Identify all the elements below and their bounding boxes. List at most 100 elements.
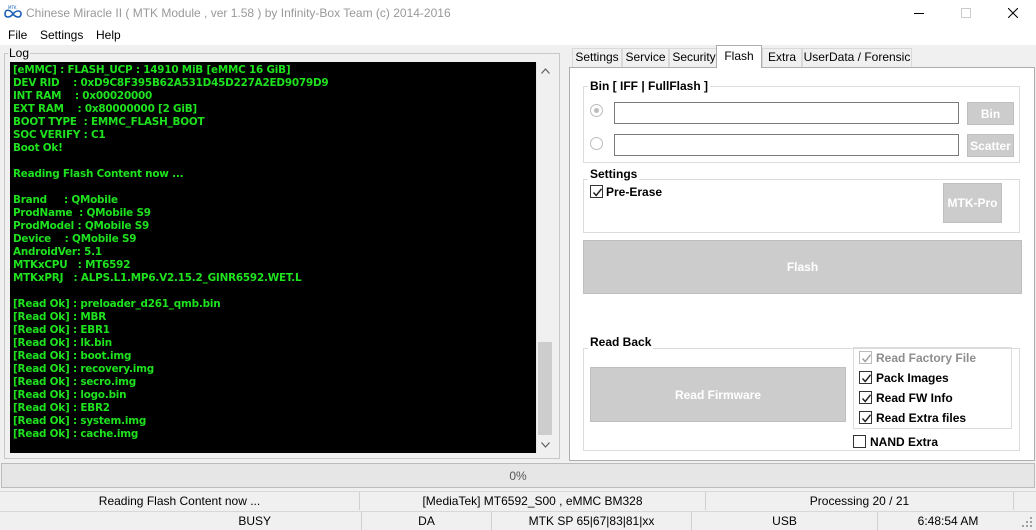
log-line: [Read Ok] : system.img — [13, 415, 147, 427]
close-button[interactable] — [990, 0, 1036, 26]
log-line: MTKxCPU : MT6592 — [13, 259, 131, 271]
scroll-down-button[interactable] — [537, 436, 554, 453]
pre-erase-checkbox[interactable] — [590, 185, 603, 198]
svg-text:MTK: MTK — [8, 5, 17, 10]
read-factory-file-label[interactable]: Read Factory File — [876, 351, 976, 365]
read-factory-file-checkbox[interactable] — [859, 351, 872, 364]
scatter-radio[interactable] — [590, 137, 603, 150]
log-line: [Read Ok] : lk.bin — [13, 337, 112, 349]
log-lines: [eMMC] : FLASH_UCP : 14910 MiB [eMMC 16 … — [13, 64, 329, 441]
scatter-button[interactable]: Scatter — [967, 134, 1014, 157]
log-line: ProdModel : QMobile S9 — [13, 220, 150, 232]
log-line: [Read Ok] : EBR1 — [13, 324, 110, 336]
status-processing: Processing 20 / 21 — [706, 492, 1014, 510]
pre-erase-label[interactable]: Pre-Erase — [606, 185, 662, 199]
read-extra-files-label[interactable]: Read Extra files — [876, 411, 966, 425]
status-bar-bottom: BUSY DA MTK SP 65|67|83|81|xx USB 6:48:5… — [0, 511, 1036, 530]
status-bar-top: Reading Flash Content now ... [MediaTek]… — [0, 491, 1036, 510]
log-line: [eMMC] : FLASH_UCP : 14910 MiB [eMMC 16 … — [13, 64, 291, 76]
read-fw-info-checkbox[interactable] — [859, 391, 872, 404]
read-back-legend: Read Back — [588, 335, 654, 349]
progress-bar: 0% — [1, 463, 1035, 488]
log-line: [Read Ok] : logo.bin — [13, 389, 127, 401]
log-scrollbar[interactable] — [536, 62, 553, 453]
maximize-icon — [961, 8, 971, 18]
tab-userdata-forensic[interactable]: UserData / Forensic — [802, 48, 912, 67]
settings-group-legend: Settings — [588, 167, 640, 181]
menu-settings[interactable]: Settings — [40, 28, 83, 42]
status-sp: MTK SP 65|67|83|81|xx — [492, 512, 692, 530]
log-line: [Read Ok] : preloader_d261_qmb.bin — [13, 298, 221, 310]
chevron-down-icon — [541, 441, 550, 448]
flash-tab-panel: Bin [ IFF | FullFlash ] Bin Scatter Sett… — [569, 67, 1035, 461]
mtk-pro-button[interactable]: MTK-Pro — [943, 183, 1002, 223]
tab-security[interactable]: Security — [669, 48, 719, 67]
bin-group-legend: Bin [ IFF | FullFlash ] — [588, 79, 711, 93]
tab-flash[interactable]: Flash — [716, 45, 762, 68]
log-line: EXT RAM : 0x80000000 [2 GiB] — [13, 103, 197, 115]
scroll-up-button[interactable] — [537, 62, 554, 79]
infinity-logo-icon[interactable]: MTK — [4, 5, 22, 19]
menu-file[interactable]: File — [8, 28, 27, 42]
log-line: [Read Ok] : boot.img — [13, 350, 132, 362]
log-line: Boot Ok! — [13, 142, 63, 154]
log-line: SOC VERIFY : C1 — [13, 129, 106, 141]
status-message: Reading Flash Content now ... — [0, 492, 360, 510]
checkmark-icon — [861, 374, 872, 383]
resize-grip-icon[interactable] — [1020, 515, 1034, 529]
scroll-thumb[interactable] — [538, 342, 552, 435]
log-line: BOOT TYPE : EMMC_FLASH_BOOT — [13, 116, 205, 128]
log-line: AndroidVer: 5.1 — [13, 246, 102, 258]
chevron-up-icon — [541, 67, 550, 74]
progress-text: 0% — [509, 469, 527, 483]
checkmark-icon — [861, 354, 872, 363]
menu-help[interactable]: Help — [96, 28, 121, 42]
log-line: [Read Ok] : cache.img — [13, 428, 139, 440]
log-line: [Read Ok] : recovery.img — [13, 363, 154, 375]
status-device: [MediaTek] MT6592_S00 , eMMC BM328 — [360, 492, 706, 510]
log-line: Reading Flash Content now ... — [13, 168, 184, 180]
log-line: DEV RID : 0xD9C8F395B62A531D45D227A2ED90… — [13, 77, 329, 89]
log-line: [Read Ok] : secro.img — [13, 376, 136, 388]
bin-button[interactable]: Bin — [967, 102, 1014, 125]
window-title: Chinese Miracle II ( MTK Module , ver 1.… — [26, 6, 451, 20]
nand-extra-checkbox[interactable] — [853, 435, 866, 448]
bin-path-input[interactable] — [614, 102, 959, 124]
close-icon — [1008, 8, 1018, 18]
flash-button[interactable]: Flash — [583, 240, 1022, 294]
log-line: INT RAM : 0x00020000 — [13, 90, 153, 102]
log-console[interactable]: [eMMC] : FLASH_UCP : 14910 MiB [eMMC 16 … — [10, 62, 536, 453]
status-time: 6:48:54 AM — [917, 514, 979, 528]
minimize-icon — [914, 13, 924, 14]
log-line: [Read Ok] : EBR2 — [13, 402, 110, 414]
scatter-path-input[interactable] — [614, 134, 959, 156]
bin-radio[interactable] — [590, 104, 603, 117]
status-usb: USB — [692, 512, 878, 530]
log-line: Brand : QMobile — [13, 194, 118, 206]
title-bar[interactable]: MTK Chinese Miracle II ( MTK Module , ve… — [0, 0, 1036, 26]
status-da: DA — [362, 512, 492, 530]
pack-images-label[interactable]: Pack Images — [876, 371, 949, 385]
checkmark-icon — [861, 394, 872, 403]
log-legend: Log — [8, 46, 31, 60]
log-line: [Read Ok] : MBR — [13, 311, 107, 323]
status-busy: BUSY — [0, 512, 362, 530]
tab-service[interactable]: Service — [622, 48, 669, 67]
log-line: MTKxPRJ : ALPS.L1.MP6.V2.15.2_GINR6592.W… — [13, 272, 302, 284]
nand-extra-label[interactable]: NAND Extra — [870, 435, 938, 449]
pack-images-checkbox[interactable] — [859, 371, 872, 384]
read-extra-files-checkbox[interactable] — [859, 411, 872, 424]
read-fw-info-label[interactable]: Read FW Info — [876, 391, 953, 405]
menu-bar: File Settings Help — [0, 26, 1036, 45]
maximize-button[interactable] — [943, 0, 989, 26]
tab-settings[interactable]: Settings — [572, 48, 622, 67]
minimize-button[interactable] — [896, 0, 942, 26]
checkmark-icon — [592, 188, 603, 197]
tab-extra[interactable]: Extra — [762, 48, 802, 67]
radio-dot-icon — [594, 108, 599, 113]
read-firmware-button[interactable]: Read Firmware — [590, 367, 846, 422]
checkmark-icon — [861, 414, 872, 423]
